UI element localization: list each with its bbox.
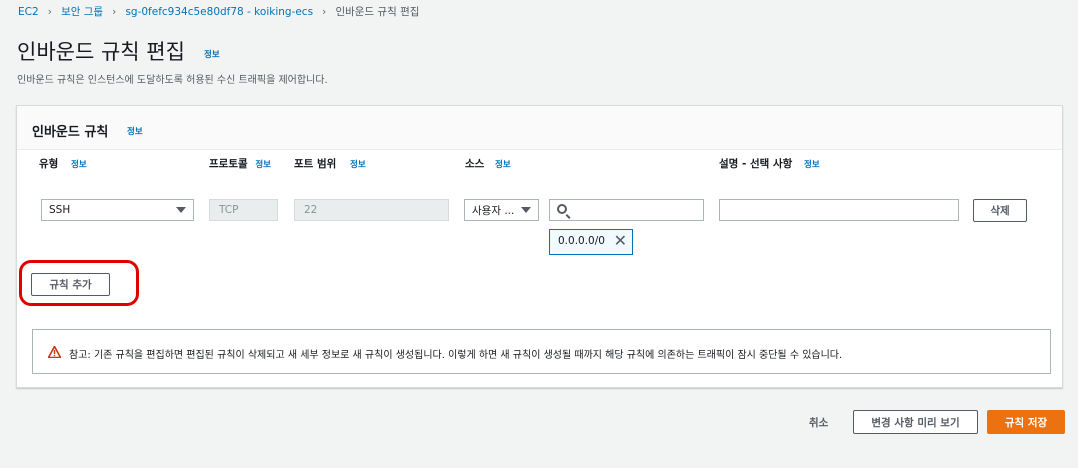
column-port-range-info-link[interactable]: 정보: [350, 158, 366, 170]
source-type-value: 사용자 ...: [472, 204, 515, 217]
source-type-select[interactable]: 사용자 ...: [464, 199, 539, 221]
delete-rule-label: 삭제: [990, 205, 1010, 217]
delete-rule-button[interactable]: 삭제: [973, 199, 1027, 222]
page-description: 인바운드 규칙은 인스턴스에 도달하도록 허용된 수신 트래픽을 제어합니다.: [17, 75, 328, 86]
page-title: 인바운드 규칙 편집: [17, 40, 185, 64]
highlight-annotation: [19, 260, 139, 306]
section-info-link[interactable]: 정보: [127, 125, 143, 137]
description-input[interactable]: [719, 199, 959, 221]
section-title: 인바운드 규칙: [32, 125, 109, 140]
chevron-right-icon: ›: [322, 5, 327, 18]
column-type-label: 유형: [39, 158, 59, 170]
column-port-range-label: 포트 범위: [294, 158, 337, 170]
breadcrumb-security-groups[interactable]: 보안 그룹: [61, 4, 103, 19]
close-icon[interactable]: ✕: [614, 232, 627, 250]
column-source-label: 소스: [465, 158, 485, 170]
type-select-value: SSH: [49, 204, 71, 216]
column-protocol-info-link[interactable]: 정보: [209, 158, 271, 173]
warning-alert: 참고: 기존 규칙을 편집하면 편집된 규칙이 삭제되고 새 세부 정보로 새 …: [32, 329, 1051, 374]
container-header: 인바운드 규칙 정보: [17, 106, 1062, 150]
breadcrumb: EC2 › 보안 그룹 › sg-0fefc934c5e80df78 - koi…: [18, 4, 419, 19]
caret-down-icon: [176, 207, 186, 213]
preview-changes-label: 변경 사항 미리 보기: [871, 416, 960, 429]
preview-changes-button[interactable]: 변경 사항 미리 보기: [853, 410, 978, 434]
title-info-link[interactable]: 정보: [204, 48, 220, 60]
source-search-input[interactable]: [549, 199, 704, 221]
breadcrumb-ec2[interactable]: EC2: [18, 6, 39, 18]
alert-message: 참고: 기존 규칙을 편집하면 편집된 규칙이 삭제되고 새 세부 정보로 새 …: [69, 350, 843, 361]
column-type-info-link[interactable]: 정보: [71, 158, 87, 170]
port-range-field: 22: [294, 199, 449, 221]
column-description-label: 설명 - 선택 사항: [719, 158, 793, 170]
column-description-info-link[interactable]: 정보: [804, 158, 820, 170]
type-select[interactable]: SSH: [41, 199, 194, 221]
breadcrumb-security-group[interactable]: sg-0fefc934c5e80df78 - koiking-ecs: [125, 6, 313, 18]
chevron-right-icon: ›: [112, 5, 117, 18]
save-rules-label: 규칙 저장: [1004, 416, 1048, 429]
protocol-field: TCP: [209, 199, 278, 221]
breadcrumb-current: 인바운드 규칙 편집: [335, 6, 420, 18]
chevron-right-icon: ›: [47, 5, 53, 18]
cancel-button[interactable]: 취소: [809, 415, 828, 430]
source-token-label: 0.0.0.0/0: [558, 235, 605, 247]
save-rules-button[interactable]: 규칙 저장: [987, 410, 1065, 434]
search-icon: [557, 204, 567, 214]
caret-down-icon: [521, 207, 531, 213]
source-token: 0.0.0.0/0 ✕: [549, 229, 633, 255]
column-source-info-link[interactable]: 정보: [495, 158, 511, 170]
inbound-rules-container: 인바운드 규칙 정보 유형 정보 프로토콜 정보 포트 범위 정보 소스 정보 …: [16, 105, 1063, 388]
warning-icon: [48, 346, 61, 358]
